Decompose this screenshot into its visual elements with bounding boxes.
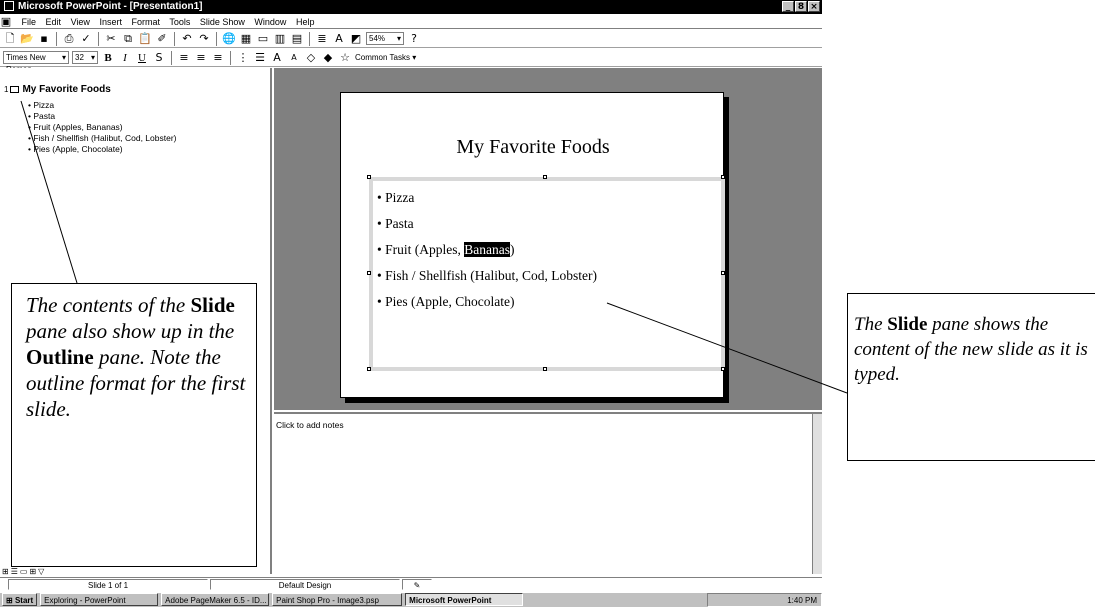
outline-callout: The contents of the Slide pane also show… bbox=[11, 283, 257, 567]
slide-callout: The Slide pane shows the content of the … bbox=[847, 293, 1095, 461]
callout-bold: Slide bbox=[190, 293, 235, 317]
slide-callout-line bbox=[606, 302, 848, 394]
callout-text: The bbox=[854, 314, 888, 335]
callout-bold: Outline bbox=[26, 345, 94, 369]
callout-bold: Slide bbox=[887, 314, 928, 335]
callout-text: The contents of the bbox=[26, 293, 191, 317]
outline-callout-line bbox=[20, 100, 78, 284]
callout-text: pane also show up in the bbox=[26, 319, 235, 343]
